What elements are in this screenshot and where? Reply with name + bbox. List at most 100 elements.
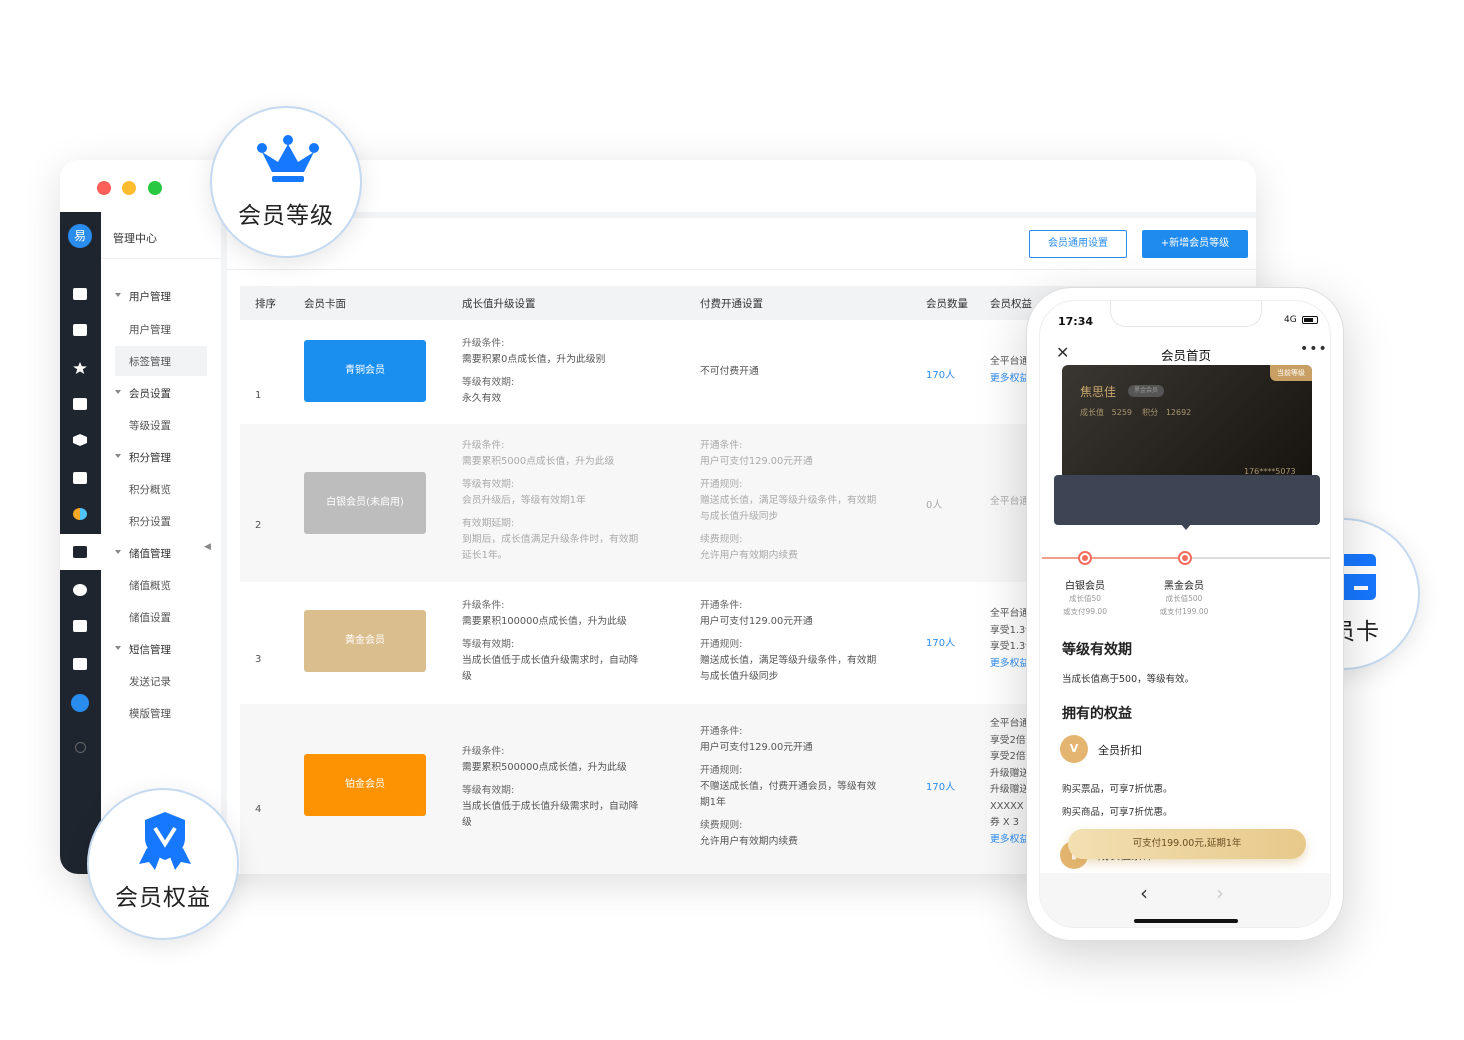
row-index: 1 [255, 390, 262, 401]
menu-item-points-settings[interactable]: 积分设置 [129, 514, 171, 529]
icon-rail: 易 [60, 212, 101, 874]
star-icon[interactable] [73, 362, 87, 374]
col-growth: 成长值升级设置 [462, 298, 536, 310]
pay-line: 与成长值升级同步 [700, 511, 779, 522]
pay-line: 期1年 [700, 797, 726, 808]
growth-line: 等级有效期: [462, 639, 515, 650]
rights-list: 全平台通用 享受1.3倍 享受1.3倍 更多权益 [990, 606, 1026, 672]
logout-icon[interactable] [75, 742, 86, 753]
home-indicator [1134, 919, 1238, 923]
menu-group-stored-value[interactable]: 储值管理 [115, 546, 171, 561]
menu-item-stored-overview[interactable]: 储值概览 [129, 578, 171, 593]
member-card-preview[interactable]: 黄金会员 [304, 610, 426, 672]
member-count-link[interactable]: 170人 [926, 634, 955, 649]
more-icon[interactable]: ••• [1300, 341, 1328, 357]
col-count: 会员数量 [926, 298, 968, 310]
general-settings-button[interactable]: 会员通用设置 [1029, 230, 1127, 258]
rocket-icon[interactable] [71, 694, 89, 712]
pay-line: 用户可支付129.00元开通 [700, 742, 813, 753]
menu-item-send-records[interactable]: 发送记录 [129, 674, 171, 689]
forward-arrow-icon[interactable]: › [1216, 881, 1224, 905]
member-count-link[interactable]: 170人 [926, 366, 955, 381]
level-item-black-gold[interactable]: 黑金会员 成长值500 或支付199.00 [1154, 577, 1214, 618]
pay-line: 与成长值升级同步 [700, 671, 779, 682]
member-card-preview[interactable]: 青铜会员 [304, 340, 426, 402]
maximize-window-button[interactable] [148, 181, 162, 195]
level-item-silver[interactable]: 白银会员 成长值50 或支付99.00 [1058, 577, 1112, 618]
right-line: 全平台通用 [990, 356, 1026, 367]
right-line: 享受2倍 [990, 751, 1026, 762]
right-line: 升级赠送 [990, 767, 1026, 779]
menu-group-points[interactable]: 积分管理 [115, 450, 171, 465]
growth-line: 到期后，成长值满足升级条件时，有效期 [462, 534, 639, 545]
rights-list: 全平台通用 更多权益 [990, 354, 1026, 387]
growth-label: 成长值 [1080, 408, 1104, 417]
col-pay: 付费开通设置 [700, 298, 763, 310]
menu-group-users[interactable]: 用户管理 [115, 289, 171, 304]
pay-settings: 不可付费开通 [700, 364, 759, 380]
badge-member-level: 会员等级 [210, 106, 362, 258]
member-card-preview[interactable]: 白银会员(未启用) [304, 472, 426, 534]
member-count-link[interactable]: 0人 [926, 496, 942, 511]
menu-item-levels[interactable]: 等级设置 [129, 418, 171, 433]
level-node[interactable] [1078, 551, 1092, 565]
growth-line: 会员升级后，等级有效期1年 [462, 495, 586, 506]
document-icon[interactable] [73, 658, 87, 670]
level-requirement: 或支付199.00 [1159, 607, 1209, 616]
menu-item-templates[interactable]: 模版管理 [129, 706, 171, 721]
toolbar: 会员通用设置 +新增会员等级 [227, 218, 1256, 270]
rights-list: 全平台通用 享受2倍 享受2倍 升级赠送 升级赠送 XXXXX 券 X 3 更多… [990, 716, 1026, 848]
clock-icon[interactable] [73, 584, 87, 596]
pay-line: 赠送成长值，满足等级升级条件，有效期 [700, 655, 877, 666]
card-holder-name: 焦思佳 [1080, 385, 1117, 399]
growth-line: 需要积累0点成长值，升为此级别 [462, 354, 606, 365]
book-icon[interactable] [73, 398, 87, 410]
member-icon[interactable] [73, 546, 87, 558]
minimize-window-button[interactable] [122, 181, 136, 195]
pay-line: 开通条件: [700, 440, 743, 451]
right-discount-label: 全员折扣 [1098, 744, 1142, 757]
store-icon[interactable] [73, 472, 87, 484]
member-count-link[interactable]: 170人 [926, 778, 955, 793]
close-window-button[interactable] [97, 181, 111, 195]
menu-item-tags[interactable]: 标签管理 [129, 354, 171, 369]
level-requirement: 成长值50 [1068, 594, 1102, 603]
ticket-icon[interactable] [73, 324, 87, 336]
more-rights-link[interactable]: 更多权益 [990, 371, 1026, 388]
pay-line: 开通条件: [700, 600, 743, 611]
level-node[interactable] [1178, 551, 1192, 565]
apps-icon[interactable] [73, 508, 87, 520]
menu-group-sms[interactable]: 短信管理 [115, 642, 171, 657]
dashboard-icon[interactable] [73, 288, 87, 300]
pay-line: 用户可支付129.00元开通 [700, 616, 813, 627]
menu-item-stored-settings[interactable]: 储值设置 [129, 610, 171, 625]
menu-item-points-overview[interactable]: 积分概览 [129, 482, 171, 497]
status-network: 4G [1284, 315, 1297, 325]
phone-screen: 17:34 4G ✕ 会员首页 ••• 当前等级 焦思佳 黑金会员 成长值 52… [1039, 300, 1331, 928]
add-level-button[interactable]: +新增会员等级 [1142, 230, 1248, 258]
right-line: 享受1.3倍 [990, 641, 1026, 652]
more-rights-link[interactable]: 更多权益 [990, 656, 1026, 673]
right-line: 升级赠送 [990, 784, 1026, 795]
pay-line: 不可付费开通 [700, 366, 759, 377]
menu-group-member[interactable]: 会员设置 [115, 386, 171, 401]
card-level-badge: 黑金会员 [1128, 385, 1164, 397]
member-card[interactable]: 当前等级 焦思佳 黑金会员 成长值 5259 积分 12692 176****5… [1062, 365, 1312, 491]
growth-line: 升级条件: [462, 600, 505, 611]
clipboard-icon[interactable] [73, 620, 87, 632]
right-line: 券 X 3 [990, 817, 1019, 828]
collapse-menu-icon[interactable]: ◀ [204, 542, 218, 556]
growth-line: 等级有效期: [462, 377, 515, 388]
menu-item-users[interactable]: 用户管理 [129, 322, 171, 337]
pay-settings: 开通条件: 用户可支付129.00元开通 开通规则: 赠送成长值，满足等级升级条… [700, 438, 876, 564]
brand-logo: 易 [68, 224, 92, 248]
medal-icon [139, 812, 191, 870]
more-rights-link[interactable]: 更多权益 [990, 832, 1026, 849]
col-card: 会员卡面 [304, 298, 346, 310]
member-card-preview[interactable]: 铂金会员 [304, 754, 426, 816]
pay-extend-button[interactable]: 可支付199.00元,延期1年 [1068, 829, 1306, 859]
growth-value: 5259 [1111, 408, 1132, 417]
back-arrow-icon[interactable]: ‹ [1140, 881, 1148, 905]
box-icon[interactable] [73, 434, 87, 446]
pay-line: 开通规则: [700, 765, 743, 776]
